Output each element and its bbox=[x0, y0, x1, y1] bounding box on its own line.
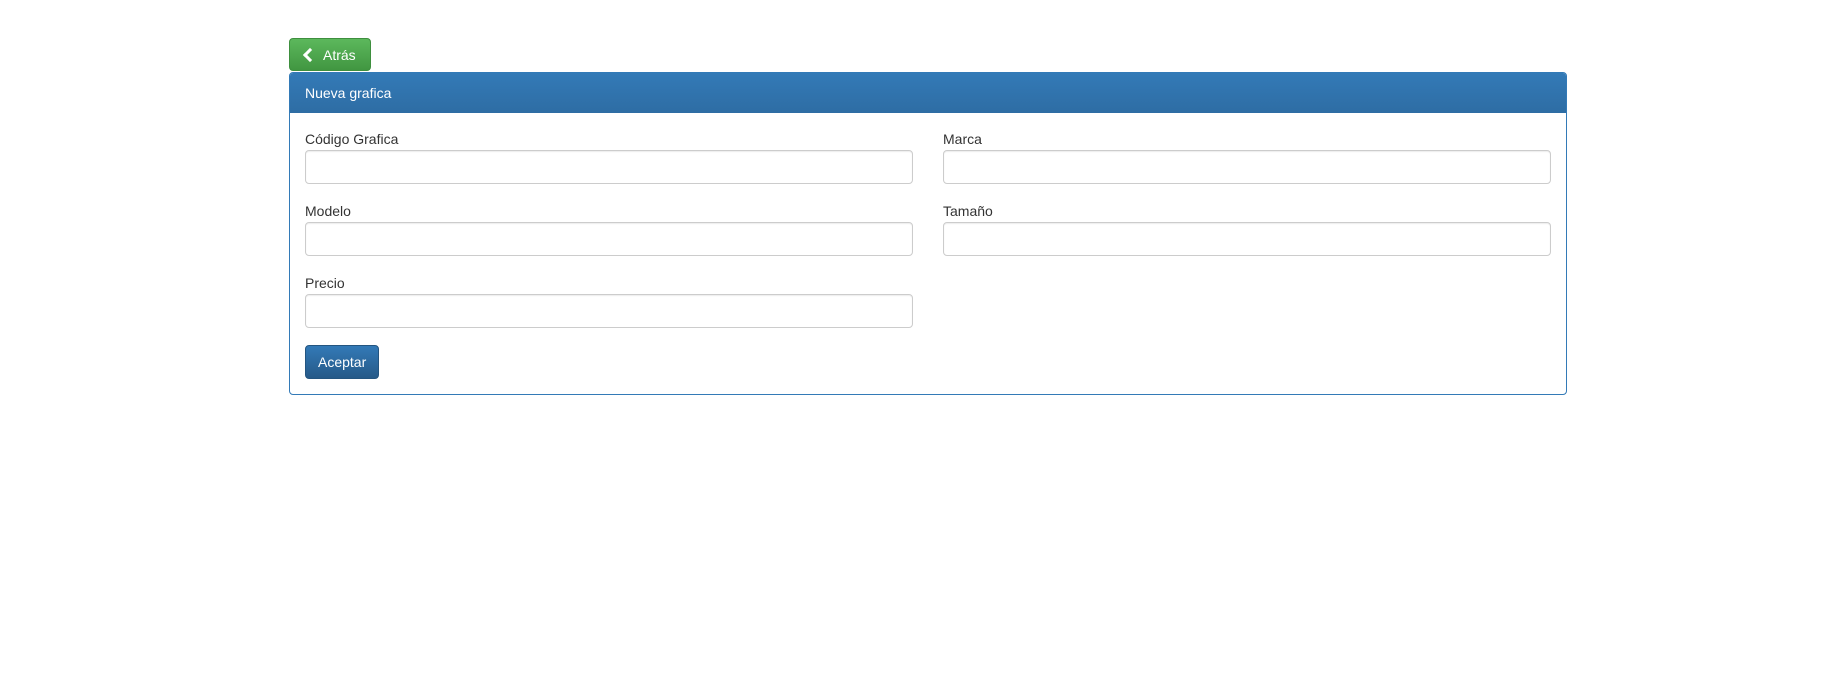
tamano-label: Tamaño bbox=[943, 203, 993, 219]
chevron-left-icon bbox=[302, 47, 318, 62]
codigo-input[interactable] bbox=[305, 150, 913, 184]
form-row: Precio bbox=[305, 275, 1551, 328]
back-button-label: Atrás bbox=[323, 46, 356, 63]
tamano-input[interactable] bbox=[943, 222, 1551, 256]
submit-row: Aceptar bbox=[305, 345, 1551, 379]
precio-label: Precio bbox=[305, 275, 345, 291]
new-graphic-form: Código Grafica Marca Modelo Tamaño Preci… bbox=[305, 131, 1551, 379]
form-group-modelo: Modelo bbox=[305, 203, 913, 256]
panel-title: Nueva grafica bbox=[305, 85, 392, 101]
form-row: Modelo Tamaño bbox=[305, 203, 1551, 256]
form-group-marca: Marca bbox=[943, 131, 1551, 184]
codigo-label: Código Grafica bbox=[305, 131, 399, 147]
form-group-precio: Precio bbox=[305, 275, 913, 328]
new-graphic-panel: Nueva grafica Código Grafica Marca Model… bbox=[289, 72, 1567, 395]
marca-label: Marca bbox=[943, 131, 982, 147]
marca-input[interactable] bbox=[943, 150, 1551, 184]
page-container: Atrás Nueva grafica Código Grafica Marca bbox=[289, 38, 1567, 395]
modelo-label: Modelo bbox=[305, 203, 351, 219]
back-button[interactable]: Atrás bbox=[289, 38, 371, 71]
panel-body: Código Grafica Marca Modelo Tamaño Preci… bbox=[290, 113, 1566, 394]
form-row: Código Grafica Marca bbox=[305, 131, 1551, 184]
precio-input[interactable] bbox=[305, 294, 913, 328]
accept-button[interactable]: Aceptar bbox=[305, 345, 380, 379]
form-group-codigo: Código Grafica bbox=[305, 131, 913, 184]
panel-heading: Nueva grafica bbox=[290, 73, 1566, 113]
form-group-tamano: Tamaño bbox=[943, 203, 1551, 256]
modelo-input[interactable] bbox=[305, 222, 913, 256]
